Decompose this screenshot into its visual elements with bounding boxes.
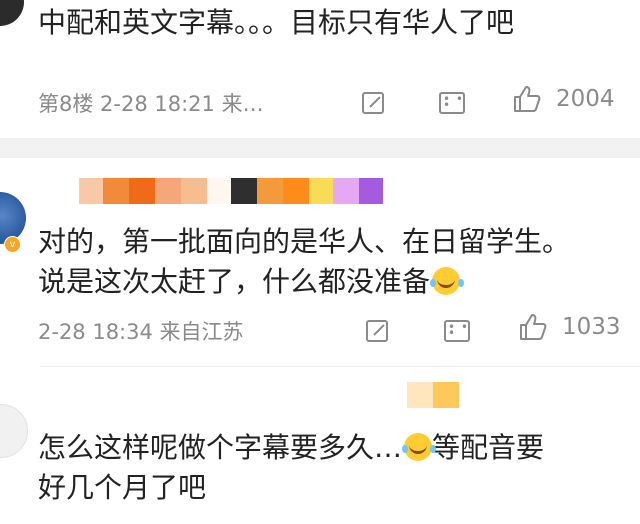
avatar[interactable] xyxy=(0,0,24,26)
like-icon xyxy=(520,314,547,340)
share-button[interactable] xyxy=(360,88,390,118)
like-count: 1033 xyxy=(562,314,621,340)
comment-2: v 对的，第一批面向的是华人、在日留学生。 说是这次太赶了，什么都没准备 2-2… xyxy=(0,158,640,368)
like-count: 2004 xyxy=(556,86,615,112)
comment-1: 中配和英文字幕。。。目标只有华人了吧 第8楼 2-28 18:21 来… • •… xyxy=(0,0,640,138)
share-button[interactable] xyxy=(364,316,394,346)
comment-3: 怎么这样呢做个字幕要多久… 等配音要 好几个月了吧 xyxy=(0,370,640,524)
comment-meta: 第8楼 2-28 18:21 来… xyxy=(38,92,264,116)
laugh-cry-emoji-icon xyxy=(402,433,433,461)
comment-dots-icon: • • • xyxy=(443,92,464,112)
comment-text-line-2: 说是这次太赶了，什么都没准备 xyxy=(38,261,461,303)
like-button[interactable]: 2004 xyxy=(512,84,617,118)
reply-button[interactable]: • • • xyxy=(437,88,467,118)
reply-button[interactable]: • • • xyxy=(442,316,472,346)
section-divider xyxy=(0,138,640,158)
like-button[interactable]: 1033 xyxy=(518,312,623,346)
comment-text: 中配和英文字幕。。。目标只有华人了吧 xyxy=(38,6,515,39)
comment-text-line-2: 好几个月了吧 xyxy=(38,471,207,504)
comment-dots-icon: • • • xyxy=(448,320,469,340)
comment-text-line-1: 怎么这样呢做个字幕要多久… 等配音要 xyxy=(38,431,545,464)
comment-text-line-1: 对的，第一批面向的是华人、在日留学生。 xyxy=(38,225,571,258)
verified-badge: v xyxy=(4,236,21,253)
like-icon xyxy=(514,86,541,112)
censored-username xyxy=(79,178,383,204)
censored-username xyxy=(407,382,459,408)
avatar[interactable] xyxy=(0,404,28,458)
comment-divider xyxy=(40,366,640,367)
comment-meta: 2-28 18:34 来自江苏 xyxy=(38,320,244,344)
laugh-cry-emoji-icon xyxy=(430,267,461,295)
